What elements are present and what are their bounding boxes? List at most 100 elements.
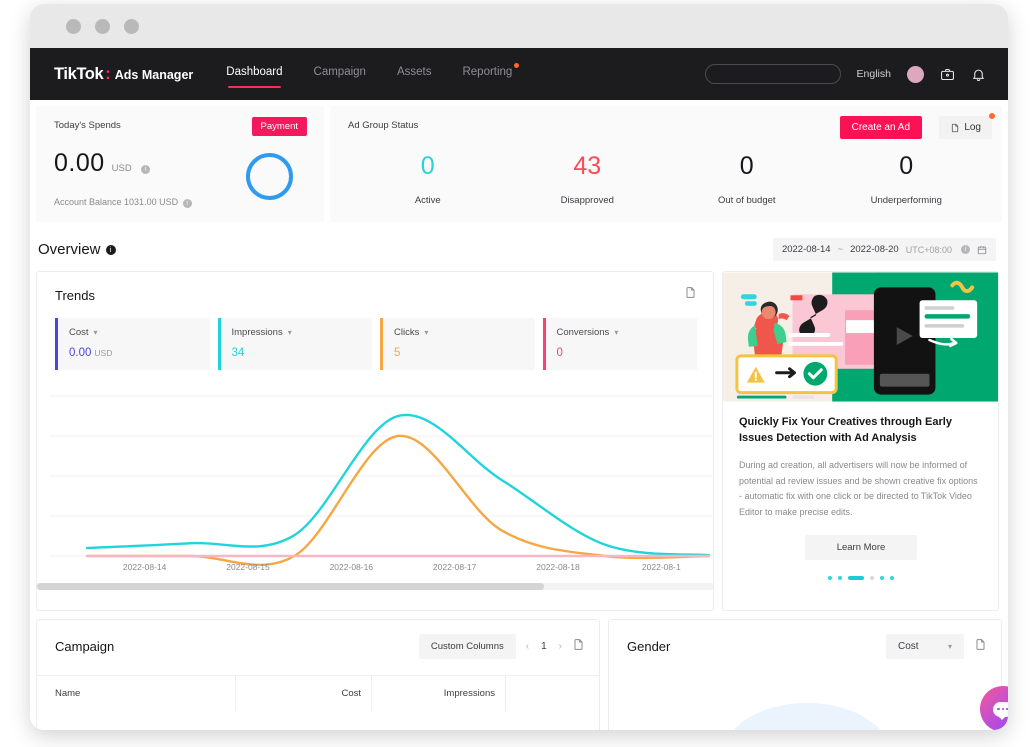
dashboard-page: Today's Spends Payment 0.00 USD i Accoun…: [30, 100, 1008, 730]
payment-button[interactable]: Payment: [251, 117, 307, 136]
export-icon[interactable]: [572, 638, 585, 656]
status-item-out-of-budget[interactable]: 0 Out of budget: [667, 152, 827, 206]
status-value-disapproved: 43: [573, 152, 602, 180]
search-input[interactable]: [704, 64, 841, 84]
language-selector[interactable]: English: [857, 68, 891, 80]
briefcase-icon[interactable]: [940, 67, 955, 82]
chevron-down-icon[interactable]: ▾: [424, 328, 428, 337]
date-range-picker[interactable]: 2022-08-14 ~ 2022-08-20 UTC+08:00 i: [772, 238, 996, 261]
status-value-underperforming: 0: [899, 152, 914, 180]
chat-bubble-icon: [993, 701, 1008, 720]
metric-conversions-value: 0: [556, 347, 563, 359]
chevron-down-icon[interactable]: ▾: [614, 328, 618, 337]
date-range-start: 2022-08-14: [781, 244, 831, 255]
nav-tab-assets-label: Assets: [396, 66, 432, 78]
top-cards-row: Today's Spends Payment 0.00 USD i Accoun…: [30, 100, 1008, 222]
status-item-active[interactable]: 0 Active: [348, 152, 508, 206]
nav-tab-dashboard[interactable]: Dashboard: [226, 66, 283, 88]
trends-header: Trends: [37, 272, 713, 304]
status-item-underperforming[interactable]: 0 Underperforming: [827, 152, 987, 206]
next-page-button[interactable]: ›: [559, 641, 562, 652]
metric-cost-header: Cost ▾: [69, 327, 200, 338]
carousel-dot[interactable]: [870, 575, 874, 580]
carousel-dot-active[interactable]: [848, 575, 864, 580]
gender-header: Gender Cost ▾: [609, 620, 1001, 659]
account-balance-text: Account Balance 1031.00 USD: [54, 197, 179, 207]
metric-card-clicks[interactable]: Clicks ▾ 5: [380, 318, 535, 370]
log-button-label: Log: [964, 122, 981, 133]
trends-title: Trends: [55, 287, 95, 303]
timezone-info-icon[interactable]: i: [961, 245, 970, 254]
campaign-table-header: Name Cost Impressions: [37, 675, 599, 711]
campaign-tools: Custom Columns ‹ 1 ›: [418, 634, 585, 659]
promo-description: During ad creation, all advertisers will…: [739, 459, 978, 518]
carousel-dot[interactable]: [890, 575, 894, 580]
metric-clicks-name: Clicks: [394, 327, 420, 338]
tiktok-ads-manager-logo[interactable]: TikTok: Ads Manager: [54, 65, 193, 84]
column-header-name[interactable]: Name: [37, 676, 236, 711]
x-tick: 2022-08-1: [641, 562, 681, 572]
chart-series-clicks: [85, 434, 711, 566]
metric-card-conversions[interactable]: Conversions ▾ 0: [542, 318, 697, 370]
date-range-end: 2022-08-20: [850, 244, 899, 255]
window-minimize-dot[interactable]: [95, 18, 110, 34]
nav-tab-assets[interactable]: Assets: [397, 66, 432, 82]
status-label-active: Active: [414, 194, 441, 206]
carousel-dot[interactable]: [838, 575, 842, 580]
date-range-timezone: UTC+08:00: [905, 244, 952, 255]
logo-wordmark: TikTok: [54, 64, 104, 83]
metric-clicks-value: 5: [394, 347, 401, 359]
metric-conversions-header: Conversions ▾: [557, 327, 688, 338]
carousel-dot[interactable]: [828, 575, 832, 580]
status-label-out-of-budget: Out of budget: [717, 194, 776, 206]
bell-icon[interactable]: [971, 67, 986, 82]
nav-tab-reporting[interactable]: Reporting: [462, 63, 520, 82]
browser-window: TikTok: Ads Manager Dashboard Campaign A…: [30, 4, 1008, 730]
prev-page-button[interactable]: ‹: [526, 641, 529, 652]
status-value-out-of-budget: 0: [739, 152, 754, 180]
column-header-impressions[interactable]: Impressions: [372, 676, 506, 711]
chevron-down-icon[interactable]: ▾: [288, 328, 292, 337]
metric-cost-value: 0.00: [69, 347, 92, 359]
avatar[interactable]: [907, 65, 924, 83]
create-an-ad-button[interactable]: Create an Ad: [839, 116, 922, 139]
gender-tools: Cost ▾: [886, 634, 987, 659]
trends-chart-svg: [49, 395, 713, 566]
promo-illustration: [723, 272, 998, 402]
status-label-underperforming: Underperforming: [870, 194, 942, 206]
window-close-dot[interactable]: [66, 18, 81, 34]
export-icon[interactable]: [684, 286, 697, 304]
promo-title: Quickly Fix Your Creatives through Early…: [739, 416, 952, 444]
custom-columns-button[interactable]: Custom Columns: [418, 634, 516, 659]
log-button[interactable]: Log: [939, 113, 995, 139]
overview-header: Overview i 2022-08-14 ~ 2022-08-20 UTC+0…: [30, 222, 1008, 271]
status-item-disapproved[interactable]: 43 Disapproved: [508, 152, 668, 206]
chart-horizontal-scrollbar[interactable]: [37, 583, 713, 590]
x-tick: 2022-08-17: [432, 562, 477, 572]
spend-info-icon[interactable]: i: [140, 165, 150, 174]
nav-tab-campaign[interactable]: Campaign: [314, 66, 366, 82]
column-header-cost[interactable]: Cost: [236, 676, 372, 711]
window-maximize-dot[interactable]: [124, 18, 139, 34]
gender-metric-select[interactable]: Cost ▾: [886, 634, 964, 659]
metric-clicks-header: Clicks ▾: [394, 327, 525, 338]
middle-row: Trends Cost ▾ 0.00 USD Impressions ▾ 34 …: [30, 271, 1008, 611]
promo-body: Quickly Fix Your Creatives through Early…: [723, 402, 998, 580]
learn-more-button[interactable]: Learn More: [805, 534, 917, 560]
metric-card-cost[interactable]: Cost ▾ 0.00 USD: [55, 318, 210, 370]
chevron-down-icon[interactable]: ▾: [94, 328, 98, 337]
trends-chart[interactable]: 2022-08-14 2022-08-15 2022-08-16 2022-08…: [37, 388, 713, 596]
x-tick: 2022-08-14: [122, 562, 167, 572]
status-label-disapproved: Disapproved: [560, 194, 614, 206]
export-icon[interactable]: [974, 638, 987, 656]
logo-subtitle: Ads Manager: [114, 67, 194, 82]
metric-card-impressions[interactable]: Impressions ▾ 34: [217, 318, 372, 370]
carousel-dot[interactable]: [880, 575, 884, 580]
chart-scrollbar-thumb[interactable]: [37, 583, 544, 590]
balance-info-icon[interactable]: i: [182, 199, 192, 208]
gender-metric-value: Cost: [898, 641, 919, 652]
pagination: ‹ 1 ›: [526, 641, 562, 652]
trends-panel: Trends Cost ▾ 0.00 USD Impressions ▾ 34 …: [36, 271, 714, 611]
x-tick: 2022-08-16: [329, 562, 374, 572]
overview-info-icon[interactable]: i: [105, 244, 116, 255]
